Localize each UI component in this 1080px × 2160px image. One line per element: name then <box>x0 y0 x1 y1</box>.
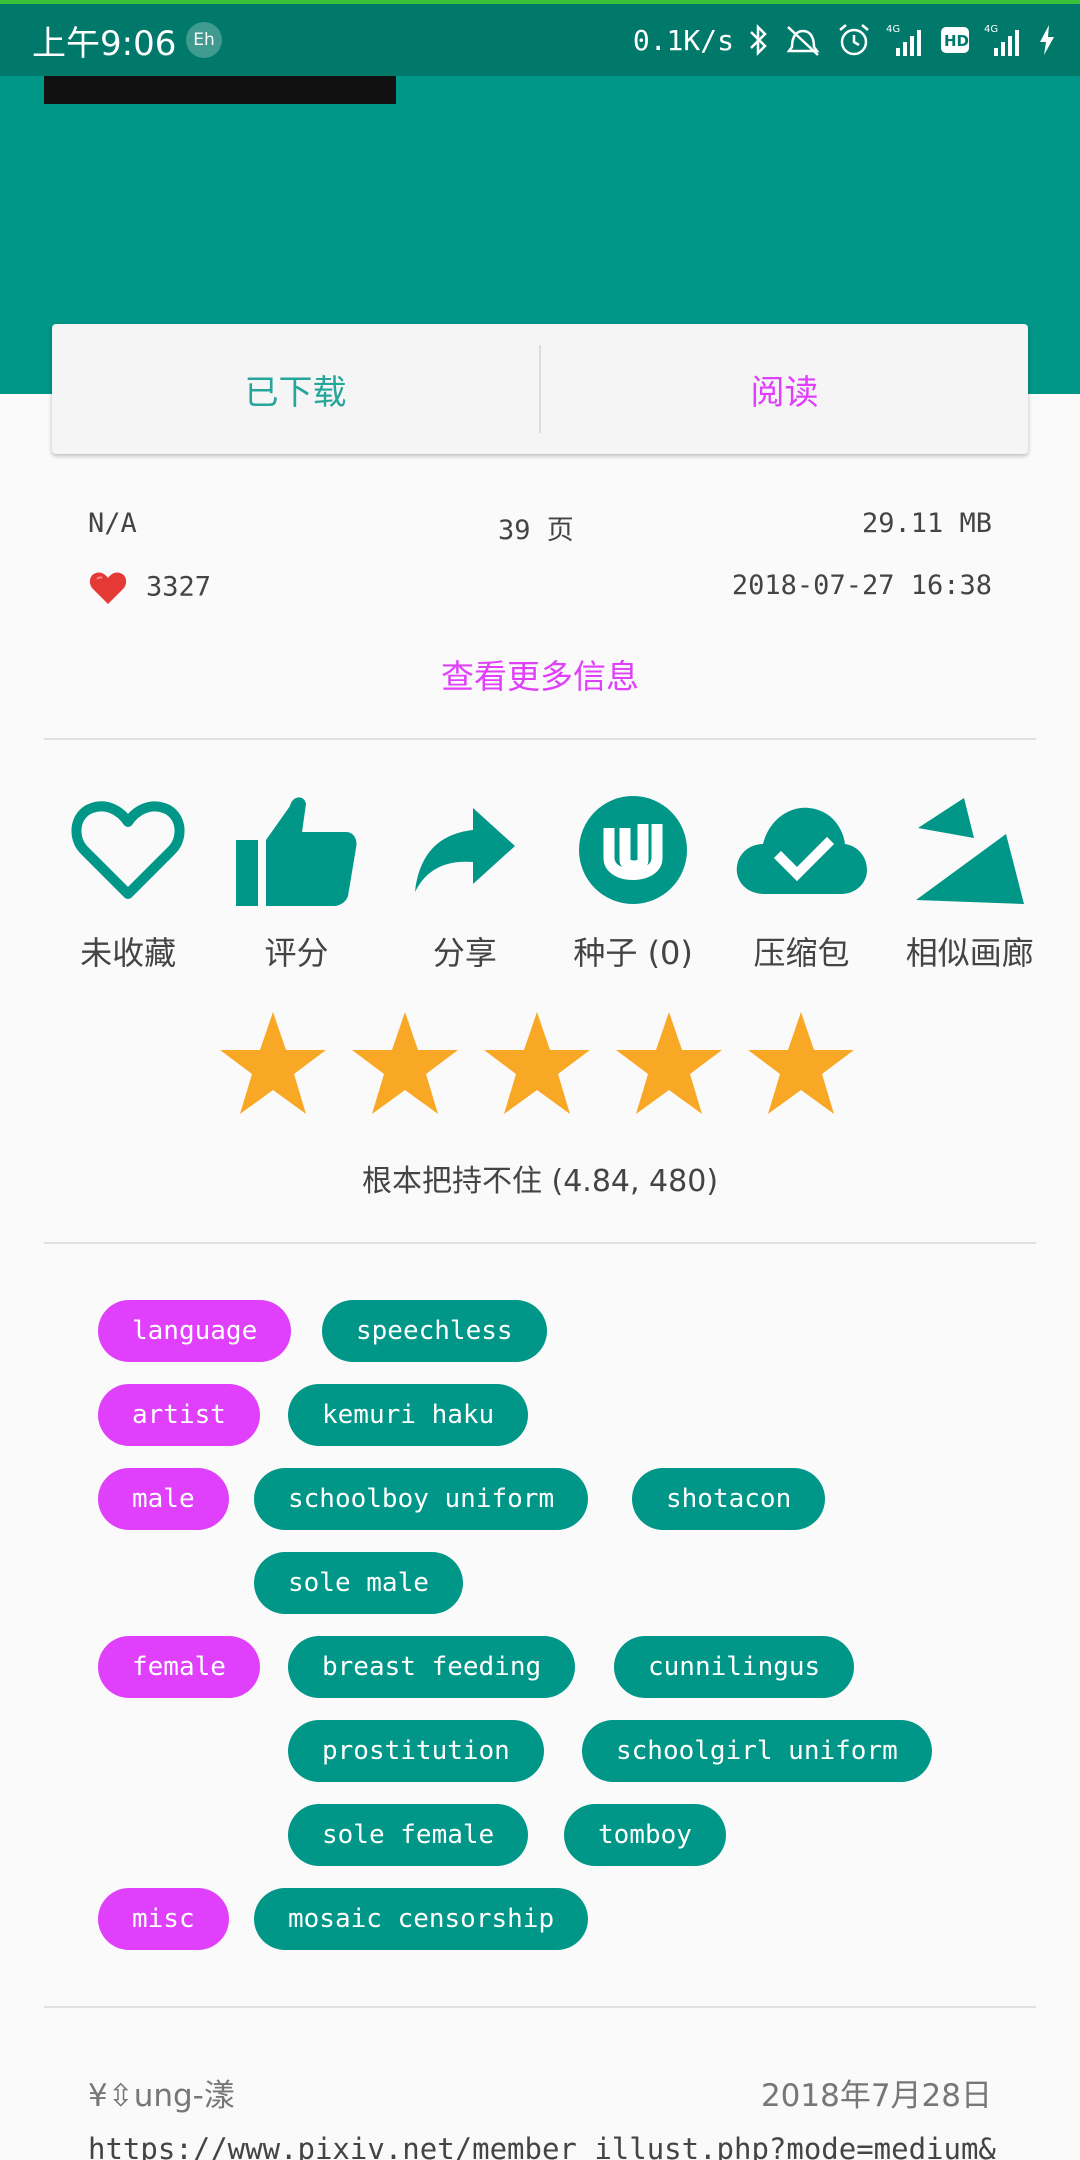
divider-2 <box>44 1242 1036 1244</box>
pages-value: 39 页 <box>498 515 574 546</box>
info-row-2: 3327 2018-07-27 16:38 <box>88 570 992 610</box>
tag-chip[interactable]: schoolgirl uniform <box>582 1720 932 1782</box>
alarm-icon <box>839 24 869 56</box>
comment-header: ¥⇳ung-漾 2018年7月28日 <box>88 2070 992 2120</box>
share-icon <box>414 808 515 892</box>
star-icon <box>748 1012 854 1114</box>
battery-charging-icon <box>1040 25 1054 55</box>
status-bar: 上午9:06 Eh 0.1K/s 4G HD 4G <box>0 4 1080 76</box>
archive-button[interactable]: 压缩包 <box>717 790 885 990</box>
tag-namespace[interactable]: male <box>98 1468 229 1530</box>
status-indicators: 0.1K/s 4G HD 4G <box>633 14 1056 66</box>
share-label: 分享 <box>432 934 497 972</box>
divider-1 <box>44 738 1036 740</box>
vibrate-off-icon <box>786 26 820 56</box>
svg-text:4G: 4G <box>886 24 900 35</box>
cover-thumbnail[interactable] <box>44 76 396 104</box>
torrent-label: 种子 (0) <box>573 934 693 972</box>
tag-chip[interactable]: shotacon <box>632 1468 826 1530</box>
gallery-actions-row: 未收藏 评分 分享 种子 (0) 压缩包 相似画廊 <box>44 790 1054 990</box>
size-value: 29.11 MB <box>861 508 992 539</box>
tag-chip[interactable]: mosaic censorship <box>254 1888 589 1950</box>
star-icon <box>484 1012 590 1114</box>
tag-group-female-cont: prostitution schoolgirl uniform <box>98 1720 998 1782</box>
star-icon <box>616 1012 722 1114</box>
favorites-value: 3327 <box>146 571 212 603</box>
tag-group-female: female breast feeding cunnilingus <box>98 1636 998 1698</box>
language-value: N/A <box>88 508 137 539</box>
primary-actions-card: 已下载 阅读 <box>52 324 1028 454</box>
share-button[interactable]: 分享 <box>381 790 549 990</box>
tag-group-male: male schoolboy uniform shotacon <box>98 1468 998 1530</box>
tag-chip[interactable]: sole male <box>254 1552 463 1614</box>
heart-outline-icon <box>71 801 185 899</box>
info-row-1: N/A 39 页 29.11 MB <box>88 508 992 548</box>
tag-group-artist: artist kemuri haku <box>98 1384 998 1446</box>
read-button[interactable]: 阅读 <box>541 324 1028 454</box>
tag-chip[interactable]: kemuri haku <box>288 1384 529 1446</box>
rate-button[interactable]: 评分 <box>212 790 380 990</box>
tag-chip[interactable]: tomboy <box>564 1804 726 1866</box>
downloaded-button[interactable]: 已下载 <box>52 324 539 454</box>
tag-chip[interactable]: prostitution <box>288 1720 544 1782</box>
comment-text[interactable]: https://www.pixiv.net/member_illust.php?… <box>88 2132 1048 2160</box>
favorite-label: 未收藏 <box>80 934 177 972</box>
hd-icon: HD <box>941 27 969 53</box>
comment-date: 2018年7月28日 <box>760 2078 992 2114</box>
rating-stars <box>218 1010 856 1118</box>
favorite-button[interactable]: 未收藏 <box>44 790 212 990</box>
archive-label: 压缩包 <box>753 934 850 972</box>
star-icon <box>352 1012 458 1114</box>
similar-button[interactable]: 相似画廊 <box>886 790 1054 990</box>
tag-group-male-cont: sole male <box>98 1552 998 1614</box>
tag-group-female-cont-2: sole female tomboy <box>98 1804 998 1866</box>
bluetooth-icon <box>750 23 767 57</box>
signal-4g-icon-2: 4G <box>984 24 1019 56</box>
rating-summary: 根本把持不住 (4.84, 480) <box>361 1164 719 1199</box>
tag-namespace[interactable]: female <box>98 1636 260 1698</box>
tag-group-language: language speechless <box>98 1300 998 1362</box>
favorites-count: 3327 <box>88 570 211 606</box>
tag-namespace[interactable]: language <box>98 1300 292 1362</box>
tag-chip[interactable]: cunnilingus <box>614 1636 855 1698</box>
tag-chip[interactable]: breast feeding <box>288 1636 576 1698</box>
similar-label: 相似画廊 <box>905 934 1034 972</box>
star-icon <box>220 1012 326 1114</box>
rate-label: 评分 <box>264 934 329 972</box>
torrent-button[interactable]: 种子 (0) <box>549 790 717 990</box>
tag-namespace[interactable]: misc <box>98 1888 229 1950</box>
svg-text:HD: HD <box>944 32 969 50</box>
net-speed: 0.1K/s <box>632 23 734 57</box>
posted-value: 2018-07-27 16:38 <box>731 570 992 601</box>
divider-3 <box>44 2006 1036 2008</box>
heart-icon <box>89 572 127 604</box>
tag-chip[interactable]: schoolboy uniform <box>254 1468 589 1530</box>
tag-chip[interactable]: sole female <box>288 1804 529 1866</box>
comment-user[interactable]: ¥⇳ung-漾 <box>88 2070 235 2115</box>
svg-text:4G: 4G <box>984 24 998 35</box>
cloud-done-icon <box>737 807 868 894</box>
tag-namespace[interactable]: artist <box>98 1384 260 1446</box>
more-info-link[interactable]: 查看更多信息 <box>0 650 1080 698</box>
similar-icon <box>915 798 1024 904</box>
tag-group-misc: misc mosaic censorship <box>98 1888 998 1950</box>
tag-list: language speechless artist kemuri haku m… <box>98 1300 998 1972</box>
status-time: 上午9:06 <box>32 24 177 64</box>
torrent-icon <box>579 796 688 904</box>
thumb-up-icon <box>236 797 357 906</box>
eh-app-badge: Eh <box>186 22 222 58</box>
tag-chip[interactable]: speechless <box>322 1300 547 1362</box>
signal-4g-icon: 4G <box>886 24 921 56</box>
